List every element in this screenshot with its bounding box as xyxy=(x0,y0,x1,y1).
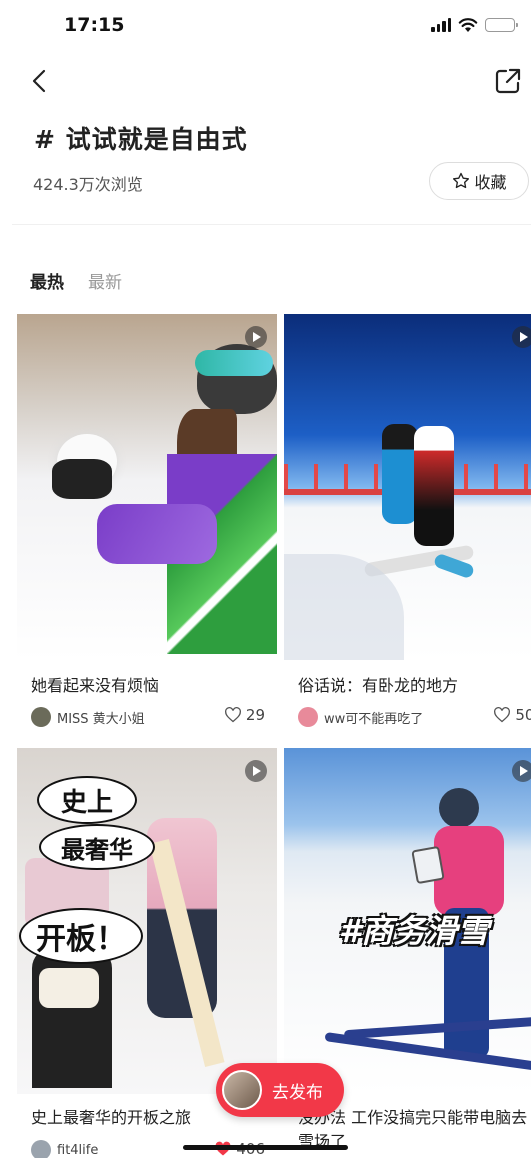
author-name: fit4life xyxy=(57,1142,99,1158)
collect-button[interactable]: 收藏 xyxy=(429,162,529,200)
like-button[interactable]: 500 xyxy=(493,706,531,724)
heart-icon xyxy=(224,707,241,723)
status-bar: 17:15 xyxy=(0,0,531,52)
like-count: 500 xyxy=(515,706,531,724)
signal-icon xyxy=(431,18,451,32)
card-author[interactable]: ww可不能再吃了 xyxy=(298,707,423,727)
avatar xyxy=(222,1070,262,1110)
cover-caption: #商务滑雪 xyxy=(338,912,490,950)
author-name: ww可不能再吃了 xyxy=(324,711,424,727)
publish-label: 去发布 xyxy=(272,1082,323,1103)
divider xyxy=(12,224,531,225)
note-card[interactable]: 她看起来没有烦恼 MISS 黄大小姐 29 xyxy=(17,314,277,744)
home-indicator xyxy=(183,1145,348,1150)
status-time: 17:15 xyxy=(64,14,125,36)
cover-caption: 最奢华 xyxy=(39,824,155,870)
video-play-icon xyxy=(245,326,267,348)
like-button[interactable]: 29 xyxy=(224,706,265,724)
card-cover-image: 史上 最奢华 开板！ xyxy=(17,748,277,1094)
card-title: 俗话说：有卧龙的地方 xyxy=(298,676,459,695)
avatar xyxy=(298,707,318,727)
tab-newest[interactable]: 最新 xyxy=(88,268,122,293)
nav-bar xyxy=(0,60,531,104)
card-cover-image xyxy=(284,314,531,660)
card-author[interactable]: MISS 黄大小姐 xyxy=(31,707,145,727)
video-play-icon xyxy=(512,326,531,348)
view-count: 424.3万次浏览 xyxy=(33,175,143,194)
video-play-icon xyxy=(245,760,267,782)
card-title: 她看起来没有烦恼 xyxy=(31,676,160,695)
video-play-icon xyxy=(512,760,531,782)
wifi-icon xyxy=(458,18,478,32)
topic-title: # 试试就是自由式 xyxy=(34,125,248,154)
like-count: 29 xyxy=(245,706,265,724)
share-icon[interactable] xyxy=(493,66,523,96)
publish-button[interactable]: 去发布 xyxy=(216,1063,344,1117)
card-title: 史上最奢华的开板之旅 xyxy=(31,1108,192,1127)
avatar xyxy=(31,707,51,727)
card-cover-image xyxy=(17,314,277,660)
star-icon xyxy=(453,172,470,189)
back-arrow-icon[interactable] xyxy=(24,64,58,98)
collect-label: 收藏 xyxy=(474,173,507,192)
sort-tabs: 最热 最新 xyxy=(30,268,122,293)
card-cover-image: #商务滑雪 xyxy=(284,748,531,1094)
card-author[interactable]: fit4life xyxy=(31,1140,98,1158)
cover-caption: 开板！ xyxy=(19,908,143,964)
author-name: MISS 黄大小姐 xyxy=(57,711,145,727)
note-card[interactable]: 俗话说：有卧龙的地方 ww可不能再吃了 500 xyxy=(284,314,531,744)
avatar xyxy=(31,1140,51,1158)
status-icons xyxy=(431,17,518,33)
battery-icon xyxy=(485,18,518,32)
heart-icon xyxy=(494,707,511,723)
cover-caption: 史上 xyxy=(37,776,137,824)
tab-hottest[interactable]: 最热 xyxy=(30,268,64,293)
